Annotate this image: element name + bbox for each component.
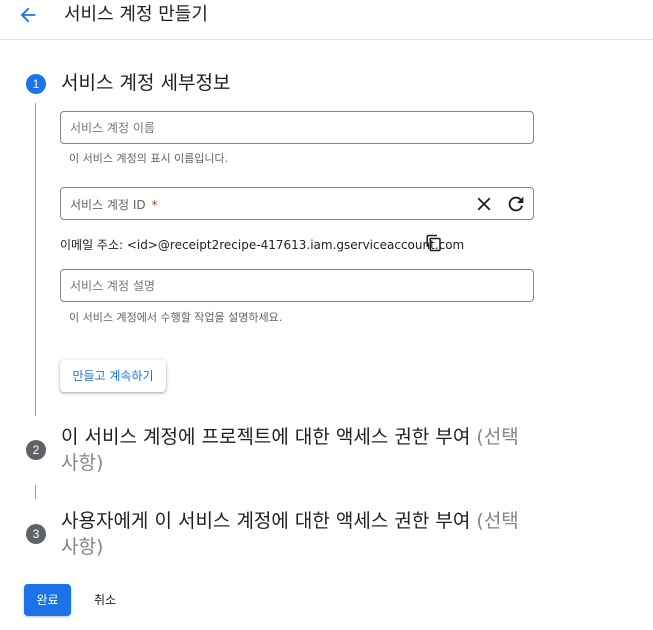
step-3-title[interactable]: 사용자에게 이 서비스 계정에 대한 액세스 권한 부여 (선택사항) <box>61 508 531 560</box>
step-1-title[interactable]: 서비스 계정 세부정보 <box>61 70 230 96</box>
step-2-title[interactable]: 이 서비스 계정에 프로젝트에 대한 액세스 권한 부여 (선택사항) <box>61 424 531 476</box>
step-2-badge: 2 <box>26 440 46 460</box>
cancel-button[interactable]: 취소 <box>82 584 128 616</box>
page-title: 서비스 계정 만들기 <box>64 4 208 25</box>
step-connector <box>35 485 36 499</box>
close-icon[interactable] <box>473 193 495 215</box>
service-account-description-field[interactable] <box>60 269 534 302</box>
arrow-back-icon[interactable] <box>17 4 39 26</box>
service-account-name-field[interactable] <box>60 111 534 144</box>
email-address-text: 이메일 주소: <id>@receipt2recipe-417613.iam.g… <box>60 238 465 252</box>
done-button[interactable]: 완료 <box>24 584 71 616</box>
page-header: 서비스 계정 만들기 <box>0 0 653 40</box>
copy-icon[interactable] <box>425 234 443 252</box>
step-1-badge: 1 <box>26 74 46 94</box>
step-3-badge: 3 <box>26 524 46 544</box>
name-hint: 이 서비스 계정의 표시 이름입니다. <box>69 152 229 165</box>
create-and-continue-button[interactable]: 만들고 계속하기 <box>60 360 166 392</box>
service-account-description-input[interactable] <box>61 270 533 301</box>
service-account-id-input[interactable] <box>61 188 533 219</box>
service-account-name-input[interactable] <box>61 112 533 143</box>
step-connector <box>35 103 36 416</box>
description-hint: 이 서비스 계정에서 수행할 작업을 설명하세요. <box>69 311 283 324</box>
service-account-id-field[interactable]: 서비스 계정 ID * <box>60 187 534 220</box>
refresh-icon[interactable] <box>505 193 527 215</box>
